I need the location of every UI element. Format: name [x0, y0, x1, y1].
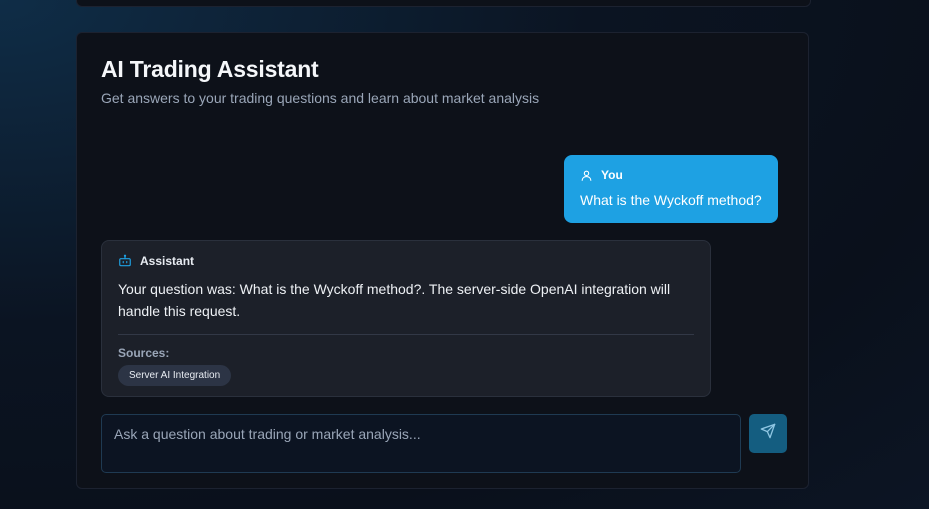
bot-icon [118, 254, 132, 268]
ai-assistant-card: AI Trading Assistant Get answers to your… [76, 32, 809, 489]
page: AI Trading Assistant Get answers to your… [0, 0, 929, 509]
assistant-message-author: Assistant [140, 254, 195, 268]
send-icon [760, 423, 776, 444]
assistant-message-text: Your question was: What is the Wyckoff m… [118, 281, 671, 319]
question-input-container [101, 414, 741, 473]
card-subtitle: Get answers to your trading questions an… [101, 90, 540, 106]
sources-label: Sources: [118, 346, 170, 360]
card-title: AI Trading Assistant [101, 56, 319, 82]
sources-divider [118, 334, 694, 335]
source-chip: Server AI Integration [118, 365, 232, 386]
assistant-message: Assistant Your question was: What is the… [101, 240, 711, 397]
user-message-header: You [580, 167, 762, 183]
user-icon [580, 169, 593, 182]
user-message-author: You [601, 168, 623, 182]
user-message: You What is the Wyckoff method? [564, 155, 778, 223]
question-input[interactable] [114, 426, 728, 461]
assistant-message-header: Assistant [118, 253, 694, 269]
send-button[interactable] [749, 414, 787, 453]
previous-card [76, 0, 811, 7]
user-message-text: What is the Wyckoff method? [580, 192, 762, 208]
